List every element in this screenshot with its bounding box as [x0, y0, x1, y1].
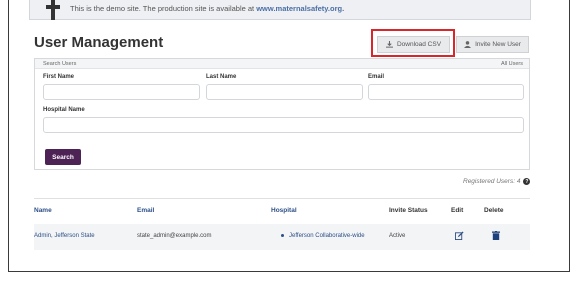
col-header-email[interactable]: Email — [137, 207, 154, 214]
table-top-divider — [34, 198, 530, 199]
highlight-box — [371, 29, 455, 57]
invite-new-user-label: Invite New User — [475, 41, 521, 48]
hospital-name-label: Hospital Name — [43, 107, 85, 113]
help-icon[interactable]: ? — [523, 178, 531, 185]
row-name-link[interactable]: Admin, Jefferson State — [34, 233, 95, 239]
col-header-invite-status: Invite Status — [389, 207, 428, 214]
email-input[interactable] — [368, 84, 524, 100]
email-label: Email — [368, 74, 385, 80]
row-hospital-name[interactable]: Jefferson Collaborative-wide — [289, 233, 365, 239]
panel-title: Search Users — [43, 61, 77, 67]
col-header-edit: Edit — [451, 207, 464, 214]
registered-users-text: Registered Users: 4 — [463, 178, 521, 185]
search-button[interactable]: Search — [45, 149, 81, 165]
all-users-link[interactable]: All Users — [501, 61, 523, 67]
production-site-link[interactable]: www.maternalsafety.org. — [256, 4, 344, 13]
last-name-label: Last Name — [206, 74, 237, 80]
bullet-icon — [281, 233, 284, 237]
demo-banner-text: This is the demo site. The production si… — [70, 4, 344, 13]
first-name-input[interactable] — [43, 84, 200, 100]
invite-new-user-button[interactable]: Invite New User — [456, 36, 529, 53]
row-invite-status: Active — [389, 233, 406, 239]
col-header-name[interactable]: Name — [34, 207, 52, 214]
registered-users-count: Registered Users: 4 ? — [463, 178, 531, 185]
app-frame: This is the demo site. The production si… — [8, 0, 570, 272]
first-name-label: First Name — [43, 74, 75, 80]
demo-banner: This is the demo site. The production si… — [29, 0, 531, 20]
last-name-input[interactable] — [206, 84, 363, 100]
demo-banner-message: This is the demo site. The production si… — [70, 4, 255, 13]
hospital-name-input[interactable] — [43, 117, 524, 133]
trash-icon[interactable] — [492, 231, 500, 240]
row-email: state_admin@example.com — [137, 233, 212, 239]
pin-icon — [46, 0, 60, 20]
col-header-hospital[interactable]: Hospital — [271, 207, 297, 214]
search-users-panel: Search Users All Users First Name Last N… — [34, 58, 530, 170]
page-title: User Management — [34, 34, 164, 51]
col-header-delete: Delete — [484, 207, 504, 214]
edit-icon[interactable] — [455, 231, 464, 240]
user-icon — [464, 41, 472, 48]
row-hospital: Jefferson Collaborative-wide — [281, 233, 365, 239]
panel-header: Search Users All Users — [35, 59, 529, 69]
